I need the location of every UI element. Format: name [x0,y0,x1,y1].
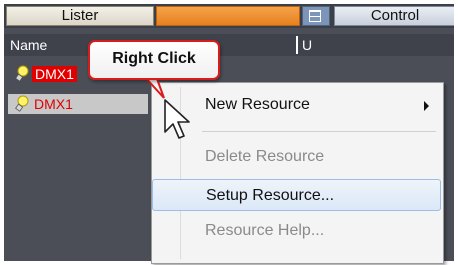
callout-text: Right Click [112,50,196,67]
menu-item-resource-help[interactable]: Resource Help... [152,217,441,245]
menu-item-label: Delete Resource [205,148,325,165]
menu-item-label: New Resource [205,96,310,113]
resource-name: DMX1 [34,96,73,112]
column-divider[interactable] [296,36,298,54]
tab-lister[interactable]: Lister [6,6,154,26]
context-menu: New Resource Delete Resource Setup Resou… [151,82,444,264]
right-click-callout: Right Click [88,40,220,80]
lightbulb-icon [15,65,29,82]
column-header-u[interactable]: U [302,37,312,53]
tab-orange-spacer[interactable] [156,6,300,26]
list-item[interactable]: DMX1 [8,94,148,114]
menu-item-label: Setup Resource... [206,187,335,204]
tab-control[interactable]: Control [334,6,454,26]
menu-separator [202,131,436,132]
lightbulb-icon [15,95,29,112]
menu-item-setup-resource[interactable]: Setup Resource... [152,179,441,211]
column-header-row: Name U [4,34,454,56]
column-header-name[interactable]: Name [10,37,47,53]
resource-name: DMX1 [32,66,77,82]
top-tab-strip: Lister Control [4,4,454,28]
menu-item-label: Resource Help... [205,222,325,239]
grid-icon [309,10,321,22]
mouse-pointer-icon [164,99,190,139]
menu-item-delete-resource[interactable]: Delete Resource [152,143,441,171]
menu-item-new-resource[interactable]: New Resource [152,91,441,119]
grid-view-button[interactable] [302,6,330,26]
submenu-arrow-icon [424,101,429,111]
